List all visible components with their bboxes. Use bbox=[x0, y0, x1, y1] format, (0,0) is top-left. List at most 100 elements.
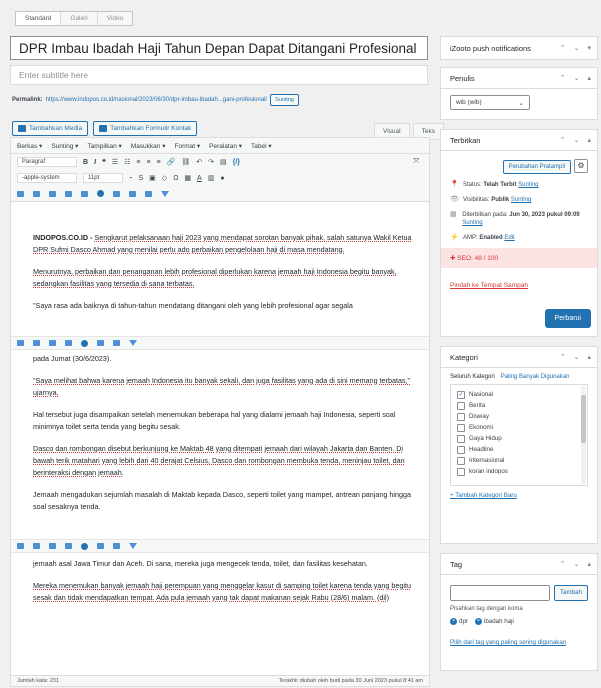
move-to-trash-link[interactable]: Pindah ke Tempat Sampah bbox=[450, 282, 588, 289]
category-checkbox[interactable] bbox=[457, 456, 465, 465]
align-left-icon[interactable]: ≡ bbox=[136, 159, 140, 166]
add-contact-form-button[interactable]: Tambahkan Formulir Kontak bbox=[93, 121, 198, 136]
author-down-icon[interactable]: ⌄ bbox=[574, 74, 580, 82]
float-icon-3[interactable] bbox=[49, 340, 56, 346]
status-edit-link[interactable]: Sunting bbox=[518, 182, 538, 188]
strikethrough-icon[interactable]: S bbox=[139, 175, 144, 182]
menu-insert[interactable]: Masukkan ▾ bbox=[131, 142, 166, 150]
izooto-panel-header[interactable]: iZooto push notifications ⌃ ⌄ ▾ bbox=[441, 37, 597, 59]
table-icon[interactable]: ▥ bbox=[208, 174, 215, 182]
category-collapse-icon[interactable]: ▴ bbox=[587, 353, 591, 361]
subtitle-input[interactable]: Enter subtitle here bbox=[10, 65, 428, 85]
add-tag-button[interactable]: Tambah bbox=[553, 585, 588, 601]
menu-format[interactable]: Format ▾ bbox=[174, 142, 200, 150]
link-icon[interactable]: 🔗 bbox=[167, 158, 176, 166]
float2-icon-2[interactable] bbox=[33, 543, 40, 549]
float2-icon-7[interactable] bbox=[129, 543, 137, 549]
author-up-icon[interactable]: ⌃ bbox=[560, 74, 566, 82]
category-checkbox[interactable] bbox=[457, 434, 465, 443]
category-item[interactable]: Headline bbox=[457, 444, 581, 455]
post-title-input[interactable]: DPR Imbau Ibadah Haji Tahun Depan Dapat … bbox=[10, 36, 428, 60]
hr-icon[interactable]: ⁃ bbox=[129, 174, 133, 182]
clear-format-icon[interactable]: ◇ bbox=[162, 174, 167, 182]
menu-edit[interactable]: Sunting ▾ bbox=[51, 142, 78, 150]
float2-icon-1[interactable] bbox=[17, 543, 24, 549]
bold-icon[interactable]: B bbox=[83, 159, 88, 166]
block-icon-4[interactable] bbox=[65, 190, 72, 197]
numbered-list-icon[interactable]: ☷ bbox=[124, 158, 130, 166]
menu-file[interactable]: Berkas ▾ bbox=[17, 142, 42, 150]
published-edit-link[interactable]: Sunting bbox=[462, 220, 482, 226]
format-tab-standard[interactable]: Standard bbox=[16, 12, 62, 25]
author-collapse-icon[interactable]: ▴ bbox=[587, 74, 591, 82]
float-icon-6[interactable] bbox=[113, 340, 120, 346]
content-editor[interactable]: Berkas ▾ Sunting ▾ Tampilkan ▾ Masukkan … bbox=[10, 137, 430, 677]
menu-view[interactable]: Tampilkan ▾ bbox=[87, 142, 121, 150]
publish-down-icon[interactable]: ⌄ bbox=[574, 136, 580, 144]
move-up-icon[interactable]: ⌃ bbox=[560, 44, 566, 52]
menu-tools[interactable]: Peralatan ▾ bbox=[209, 142, 242, 150]
preview-changes-button[interactable]: Perubahan Pratampil bbox=[502, 160, 571, 174]
update-button[interactable]: Perbarui bbox=[544, 309, 591, 328]
tag-up-icon[interactable]: ⌃ bbox=[560, 560, 566, 568]
float2-icon-5[interactable] bbox=[97, 543, 104, 549]
category-item[interactable]: koran indopos bbox=[457, 466, 581, 477]
move-down-icon[interactable]: ⌄ bbox=[574, 44, 580, 52]
font-size-select[interactable]: 11pt bbox=[83, 173, 123, 183]
align-right-icon[interactable]: ≡ bbox=[157, 159, 161, 166]
block-icon-6[interactable] bbox=[113, 190, 120, 197]
menu-table[interactable]: Tabel ▾ bbox=[251, 142, 272, 150]
code-icon[interactable]: {/} bbox=[233, 159, 240, 166]
category-item[interactable]: Disway bbox=[457, 411, 581, 422]
publish-panel-header[interactable]: Terbitkan ⌃ ⌄ ▴ bbox=[441, 130, 597, 151]
float2-info-icon[interactable] bbox=[81, 542, 88, 550]
float-icon-7[interactable] bbox=[129, 340, 137, 346]
blockquote-icon[interactable]: ❝ bbox=[102, 158, 106, 166]
tag-input[interactable] bbox=[450, 585, 550, 601]
format-tab-gallery[interactable]: Galeri bbox=[61, 12, 98, 25]
publish-collapse-icon[interactable]: ▴ bbox=[587, 136, 591, 144]
undo-icon[interactable]: ↶ bbox=[196, 158, 202, 166]
gear-icon[interactable]: ⚙ bbox=[574, 159, 588, 173]
permalink-edit-button[interactable]: Sunting bbox=[270, 94, 299, 106]
visibility-edit-link[interactable]: Sunting bbox=[511, 197, 531, 203]
float2-icon-3[interactable] bbox=[49, 543, 56, 549]
category-item[interactable]: Gaya Hidup bbox=[457, 433, 581, 444]
block-icon-9[interactable] bbox=[161, 190, 169, 197]
add-media-button[interactable]: Tambahkan Media bbox=[12, 121, 89, 136]
align-center-icon[interactable]: ≡ bbox=[146, 159, 150, 166]
tab-most-used[interactable]: Paling Banyak Digunakan bbox=[501, 374, 570, 380]
tag-down-icon[interactable]: ⌄ bbox=[574, 560, 580, 568]
float-info-icon[interactable] bbox=[81, 339, 88, 347]
category-scroll-thumb[interactable] bbox=[581, 395, 586, 443]
tag-collapse-icon[interactable]: ▴ bbox=[587, 560, 591, 568]
float-icon-2[interactable] bbox=[33, 340, 40, 346]
category-item[interactable]: Berita bbox=[457, 400, 581, 411]
block-icon-8[interactable] bbox=[145, 190, 152, 197]
float-icon-4[interactable] bbox=[65, 340, 72, 346]
paste-text-icon[interactable]: ▣ bbox=[149, 174, 156, 182]
bullet-list-icon[interactable]: ☰ bbox=[112, 158, 118, 166]
category-checkbox-checked[interactable]: ✓ bbox=[457, 390, 465, 399]
permalink-url[interactable]: https://www.indopos.co.id/nasional/2023/… bbox=[46, 97, 267, 103]
expand-icon[interactable]: ⤧ bbox=[413, 158, 419, 166]
fullwidth-icon[interactable]: ▤ bbox=[220, 158, 227, 166]
unlink-icon[interactable]: ⛓ bbox=[181, 158, 190, 166]
special-char-icon[interactable]: Ω bbox=[173, 175, 178, 182]
font-family-select[interactable]: -apple-system bbox=[17, 173, 77, 183]
text-color-icon[interactable]: A bbox=[197, 175, 202, 182]
author-select[interactable]: wib (wib) ⌄ bbox=[450, 95, 530, 110]
remove-tag-icon[interactable]: × bbox=[474, 618, 482, 625]
float-icon-1[interactable] bbox=[17, 340, 24, 346]
tab-all-categories[interactable]: Seluruh Kategori bbox=[450, 374, 495, 380]
help-icon[interactable]: ● bbox=[220, 175, 224, 182]
block-icon-5[interactable] bbox=[81, 190, 88, 197]
author-panel-header[interactable]: Penulis ⌃ ⌄ ▴ bbox=[441, 68, 597, 89]
block-icon-2[interactable] bbox=[33, 190, 40, 197]
category-checkbox[interactable] bbox=[457, 412, 465, 421]
amp-edit-link[interactable]: Edit bbox=[504, 235, 514, 241]
publish-up-icon[interactable]: ⌃ bbox=[560, 136, 566, 144]
float2-icon-6[interactable] bbox=[113, 543, 120, 549]
category-down-icon[interactable]: ⌄ bbox=[574, 353, 580, 361]
category-item[interactable]: ✓ Nasional bbox=[457, 389, 581, 400]
